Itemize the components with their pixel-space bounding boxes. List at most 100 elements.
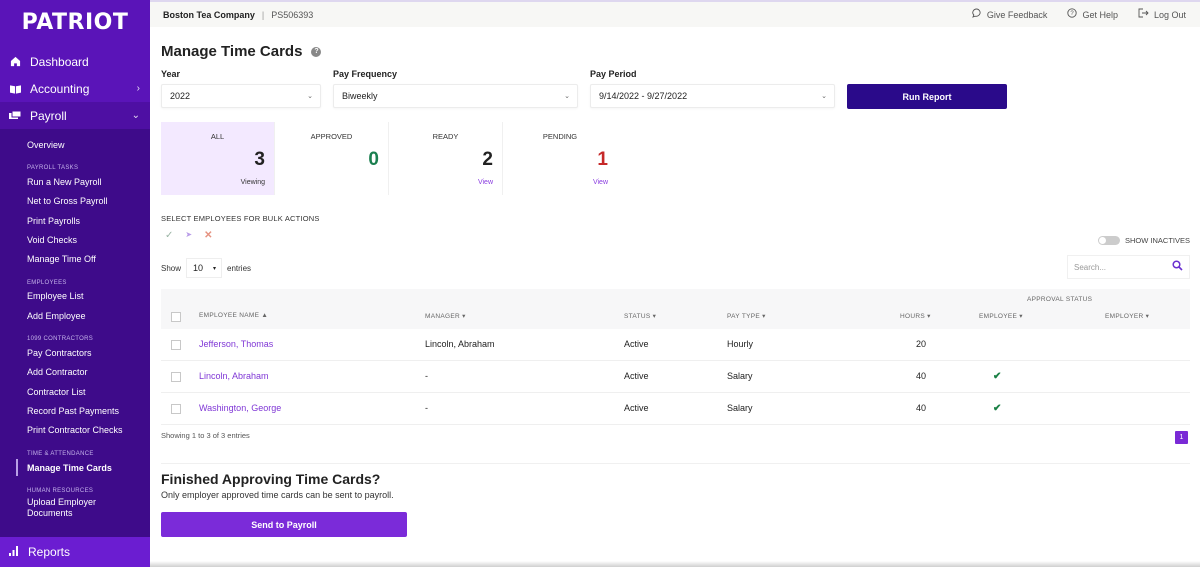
pay-period-label: Pay Period: [590, 69, 637, 79]
hours-cell: 40: [916, 403, 927, 413]
select-all-checkbox[interactable]: [171, 312, 181, 322]
column-hours[interactable]: HOURS ▾: [900, 312, 931, 320]
pay-frequency-select[interactable]: Biweekly ⌄: [333, 84, 578, 108]
book-icon: [9, 83, 21, 95]
pay-type-cell: Salary: [727, 403, 753, 413]
log-out-label: Log Out: [1153, 9, 1186, 20]
row-checkbox[interactable]: [171, 340, 181, 350]
company-name: Boston Tea Company: [163, 9, 255, 20]
chat-bubble-icon: [972, 8, 982, 21]
send-to-payroll-button[interactable]: Send to Payroll: [161, 512, 407, 537]
patriot-logo[interactable]: PATRIOT: [0, 0, 150, 42]
logout-icon: [1138, 8, 1149, 21]
reject-icon[interactable]: ✕: [204, 230, 212, 241]
year-value: 2022: [170, 91, 191, 101]
svg-text:?: ?: [1071, 11, 1075, 17]
page-title: Manage Time Cards: [161, 43, 303, 60]
give-feedback-link[interactable]: Give Feedback: [972, 8, 1048, 21]
status-cell: Active: [624, 403, 649, 413]
section-heading-time-attendance: TIME & ATTENDANCE: [27, 450, 94, 457]
column-employee-approval[interactable]: EMPLOYEE ▾: [979, 312, 1023, 320]
entries-select[interactable]: 10 ▾: [186, 258, 223, 278]
sidebar-item-manage-time-cards[interactable]: Manage Time Cards: [0, 458, 150, 477]
chevron-right-icon: ›: [136, 83, 140, 94]
sidebar-item-void-checks[interactable]: Void Checks: [0, 230, 150, 249]
status-cell: Active: [624, 339, 649, 349]
employee-name-link[interactable]: Washington, George: [199, 403, 281, 413]
main-content: Boston Tea Company | PS506393 Give Feedb…: [150, 0, 1200, 567]
sidebar-item-net-to-gross[interactable]: Net to Gross Payroll: [0, 192, 150, 211]
hours-cell: 20: [916, 339, 927, 349]
sidebar-item-dashboard[interactable]: Dashboard: [0, 48, 150, 75]
summary-card-pending[interactable]: PENDING 1 View: [503, 122, 617, 195]
pay-period-select[interactable]: 9/14/2022 - 9/27/2022 ⌄: [590, 84, 835, 108]
column-manager[interactable]: MANAGER ▾: [425, 312, 466, 320]
summary-cards: ALL 3 Viewing APPROVED 0 READY 2 View PE…: [161, 122, 617, 195]
row-checkbox[interactable]: [171, 404, 181, 414]
column-employee-name[interactable]: EMPLOYEE NAME ▲: [199, 312, 268, 319]
sidebar-item-add-contractor[interactable]: Add Contractor: [0, 363, 150, 382]
sidebar-item-employee-list[interactable]: Employee List: [0, 287, 150, 306]
view-pending-link[interactable]: View: [593, 179, 608, 186]
card-count: 2: [482, 149, 493, 170]
column-pay-type[interactable]: PAY TYPE ▾: [727, 312, 766, 320]
sidebar-item-add-employee[interactable]: Add Employee: [0, 306, 150, 325]
show-entries: Show 10 ▾ entries: [161, 258, 251, 278]
payroll-subnav: Overview PAYROLL TASKS Run a New Payroll…: [0, 129, 150, 537]
table-header: APPROVAL STATUS EMPLOYEE NAME ▲ MANAGER …: [161, 289, 1190, 329]
column-employer-approval[interactable]: EMPLOYER ▾: [1105, 312, 1149, 320]
log-out-link[interactable]: Log Out: [1138, 8, 1186, 21]
summary-card-approved[interactable]: APPROVED 0: [275, 122, 389, 195]
sidebar-item-print-contractor-checks[interactable]: Print Contractor Checks: [0, 421, 150, 440]
sidebar-item-print-payrolls[interactable]: Print Payrolls: [0, 211, 150, 230]
year-select[interactable]: 2022 ⌄: [161, 84, 321, 108]
card-title: PENDING: [542, 132, 578, 141]
search-icon[interactable]: [1172, 260, 1183, 274]
sidebar-item-accounting[interactable]: Accounting ›: [0, 75, 150, 102]
bar-chart-icon: [9, 545, 19, 559]
view-ready-link[interactable]: View: [478, 179, 493, 186]
pagination-page-1[interactable]: 1: [1175, 431, 1188, 444]
money-icon: [9, 110, 21, 122]
sidebar-item-reports[interactable]: Reports: [0, 537, 150, 567]
show-inactives-toggle[interactable]: [1097, 236, 1120, 245]
manager-cell: -: [425, 371, 428, 381]
entries-label: entries: [227, 263, 252, 273]
run-report-button[interactable]: Run Report: [847, 84, 1007, 109]
hours-cell: 40: [916, 371, 927, 381]
get-help-link[interactable]: ? Get Help: [1067, 8, 1118, 21]
row-checkbox[interactable]: [171, 372, 181, 382]
time-cards-table: APPROVAL STATUS EMPLOYEE NAME ▲ MANAGER …: [161, 289, 1190, 425]
pay-type-cell: Hourly: [727, 339, 754, 349]
get-help-label: Get Help: [1082, 9, 1118, 20]
sidebar-item-label: Payroll: [30, 108, 67, 123]
table-row: Lincoln, Abraham - Active Salary 40 ✔: [161, 361, 1190, 393]
summary-card-all[interactable]: ALL 3 Viewing: [161, 122, 275, 195]
sidebar-item-payroll[interactable]: Payroll ⌄: [0, 102, 150, 129]
entries-value: 10: [193, 263, 204, 273]
send-icon[interactable]: ➤: [185, 230, 192, 241]
separator: |: [261, 9, 265, 20]
finish-subtitle: Only employer approved time cards can be…: [161, 490, 394, 500]
help-icon[interactable]: ?: [311, 46, 322, 57]
caret-down-icon: ▾: [213, 265, 217, 272]
sidebar-item-pay-contractors[interactable]: Pay Contractors: [0, 343, 150, 362]
give-feedback-label: Give Feedback: [986, 9, 1048, 20]
sidebar-item-contractor-list[interactable]: Contractor List: [0, 382, 150, 401]
approve-icon[interactable]: ✓: [165, 230, 173, 241]
chevron-down-icon: ⌄: [307, 93, 313, 100]
sidebar-item-overview[interactable]: Overview: [0, 135, 150, 154]
sidebar-item-run-new-payroll[interactable]: Run a New Payroll: [0, 172, 150, 191]
sidebar-item-record-past-payments[interactable]: Record Past Payments: [0, 401, 150, 420]
sidebar-item-upload-employer-documents[interactable]: Upload Employer Documents: [0, 495, 120, 521]
search-input[interactable]: Search...: [1067, 255, 1190, 279]
summary-card-ready[interactable]: READY 2 View: [389, 122, 503, 195]
section-heading-human-resources: HUMAN RESOURCES: [27, 488, 94, 495]
manager-cell: -: [425, 403, 428, 413]
column-status[interactable]: STATUS ▾: [624, 312, 656, 320]
employee-name-link[interactable]: Lincoln, Abraham: [199, 371, 269, 381]
employee-name-link[interactable]: Jefferson, Thomas: [199, 339, 273, 349]
bulk-actions: ✓ ➤ ✕: [165, 230, 212, 241]
divider: [161, 463, 1190, 464]
sidebar-item-manage-time-off[interactable]: Manage Time Off: [0, 249, 150, 268]
